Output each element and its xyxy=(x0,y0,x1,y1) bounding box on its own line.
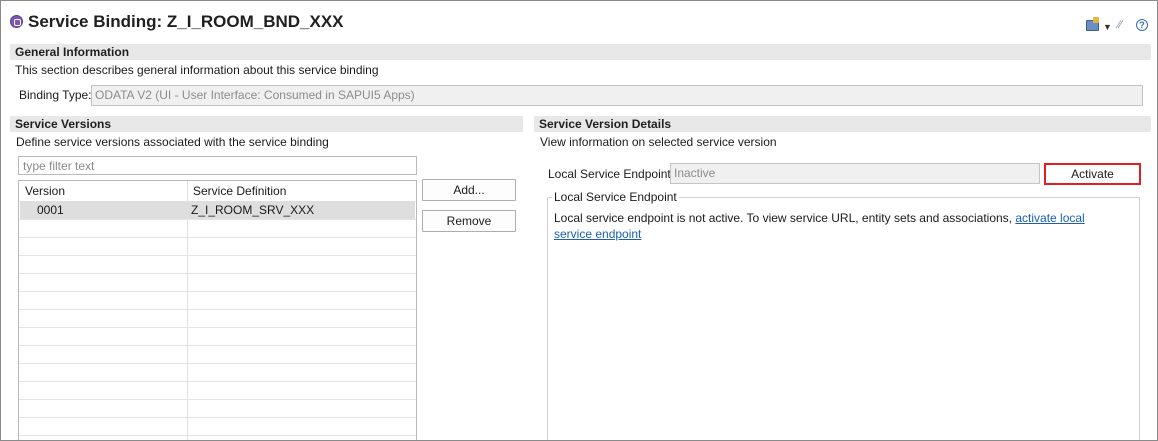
help-icon[interactable]: ? xyxy=(1136,19,1148,31)
version-cell: 0001 xyxy=(37,203,64,217)
service-versions-table: Version Service Definition 0001 Z_I_ROOM… xyxy=(18,180,417,440)
column-header-service-definition[interactable]: Service Definition xyxy=(187,181,416,201)
endpoint-message: Local service endpoint is not active. To… xyxy=(554,210,1124,242)
link-icon[interactable]: ⁄⁄ xyxy=(1118,18,1122,32)
endpoint-message-text: Local service endpoint is not active. To… xyxy=(554,211,1016,225)
app-icon[interactable] xyxy=(1086,17,1099,31)
service-definition-cell: Z_I_ROOM_SRV_XXX xyxy=(191,203,315,217)
table-row[interactable]: 0001 Z_I_ROOM_SRV_XXX xyxy=(20,201,415,219)
dropdown-icon[interactable]: ▼ xyxy=(1103,20,1112,34)
service-binding-icon xyxy=(10,15,23,28)
page-title: Service Binding: Z_I_ROOM_BND_XXX xyxy=(28,12,344,31)
service-version-details-header: Service Version Details xyxy=(534,116,1151,132)
column-header-version[interactable]: Version xyxy=(19,181,187,201)
local-service-endpoint-field: Inactive xyxy=(670,163,1040,184)
binding-type-field: ODATA V2 (UI - User Interface: Consumed … xyxy=(91,85,1143,106)
activate-button[interactable]: Activate xyxy=(1044,163,1141,185)
binding-type-label: Binding Type: xyxy=(19,88,92,102)
add-button[interactable]: Add... xyxy=(422,179,516,201)
service-versions-description: Define service versions associated with … xyxy=(16,135,329,149)
service-versions-header: Service Versions xyxy=(10,116,523,132)
remove-button[interactable]: Remove xyxy=(422,210,516,232)
local-service-endpoint-label: Local Service Endpoint: xyxy=(548,167,675,181)
general-information-header: General Information xyxy=(10,44,1151,60)
group-title: Local Service Endpoint xyxy=(552,190,679,205)
service-binding-editor: Service Binding: Z_I_ROOM_BND_XXX ▼ ⁄⁄ ?… xyxy=(0,0,1158,441)
service-version-details-description: View information on selected service ver… xyxy=(540,135,777,149)
filter-input[interactable] xyxy=(18,156,417,175)
general-information-description: This section describes general informati… xyxy=(15,63,379,77)
